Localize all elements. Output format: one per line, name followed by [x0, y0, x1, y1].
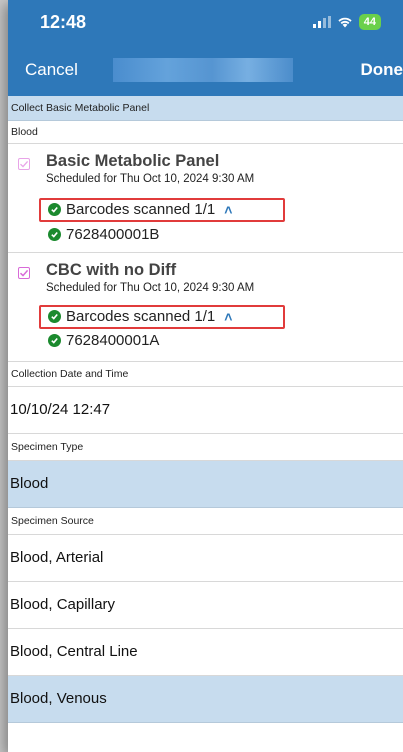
chevron-up-double-icon[interactable]: ˄ [224, 202, 232, 218]
order-schedule: Scheduled for Thu Oct 10, 2024 9:30 AM [46, 173, 255, 185]
cancel-button[interactable]: Cancel [25, 60, 78, 80]
check-circle-icon [48, 334, 61, 347]
collection-datetime[interactable]: 10/10/24 12:47 [8, 387, 403, 434]
group-label: Blood [8, 121, 403, 144]
checkbox-icon[interactable] [18, 158, 30, 170]
signal-icon [312, 16, 331, 28]
header: 12:48 44 Cancel Done [8, 0, 403, 96]
collect-title: Collect Basic Metabolic Panel [8, 96, 403, 121]
redacted-title [113, 58, 293, 82]
barcode-value: 7628400001A [66, 332, 160, 349]
check-circle-icon [48, 203, 61, 216]
scan-status: Barcodes scanned 1/1 [66, 201, 216, 218]
specimen-type-value[interactable]: Blood [8, 461, 403, 508]
status-time: 12:48 [40, 12, 87, 32]
specimen-type-label: Specimen Type [8, 434, 403, 461]
scan-status-row[interactable]: Barcodes scanned 1/1 ˄ [48, 201, 232, 218]
barcode-row: 7628400001A [48, 332, 159, 349]
collection-label: Collection Date and Time [8, 362, 403, 387]
check-circle-icon [48, 228, 61, 241]
chevron-up-double-icon[interactable]: ˄ [224, 309, 232, 325]
nav-bar: Cancel Done [8, 58, 403, 84]
barcode-row: 7628400001B [48, 226, 159, 243]
battery-icon: 44 [358, 14, 381, 30]
specimen-source-option-selected[interactable]: Blood, Venous [8, 676, 403, 723]
order-name: Basic Metabolic Panel [46, 152, 220, 170]
checkbox-icon[interactable] [18, 267, 30, 279]
specimen-source-option[interactable]: Blood, Arterial [8, 535, 403, 582]
order-schedule: Scheduled for Thu Oct 10, 2024 9:30 AM [46, 282, 255, 294]
check-circle-icon [48, 310, 61, 323]
specimen-source-option[interactable]: Blood, Capillary [8, 582, 403, 629]
status-icons: 44 [312, 14, 381, 30]
order-item-bmp[interactable]: Basic Metabolic Panel Scheduled for Thu … [8, 144, 403, 253]
status-bar: 12:48 44 [8, 12, 403, 32]
wifi-icon [338, 17, 352, 28]
scan-status: Barcodes scanned 1/1 [66, 308, 216, 325]
barcode-value: 7628400001B [66, 226, 160, 243]
specimen-source-option[interactable]: Blood, Central Line [8, 629, 403, 676]
done-button[interactable]: Done [361, 60, 403, 80]
order-name: CBC with no Diff [46, 261, 177, 279]
scan-status-row[interactable]: Barcodes scanned 1/1 ˄ [48, 308, 232, 325]
phone-screen: 12:48 44 Cancel Done Collect Basic Metab… [8, 0, 403, 752]
order-item-cbc[interactable]: CBC with no Diff Scheduled for Thu Oct 1… [8, 253, 403, 362]
specimen-source-label: Specimen Source [8, 508, 403, 535]
